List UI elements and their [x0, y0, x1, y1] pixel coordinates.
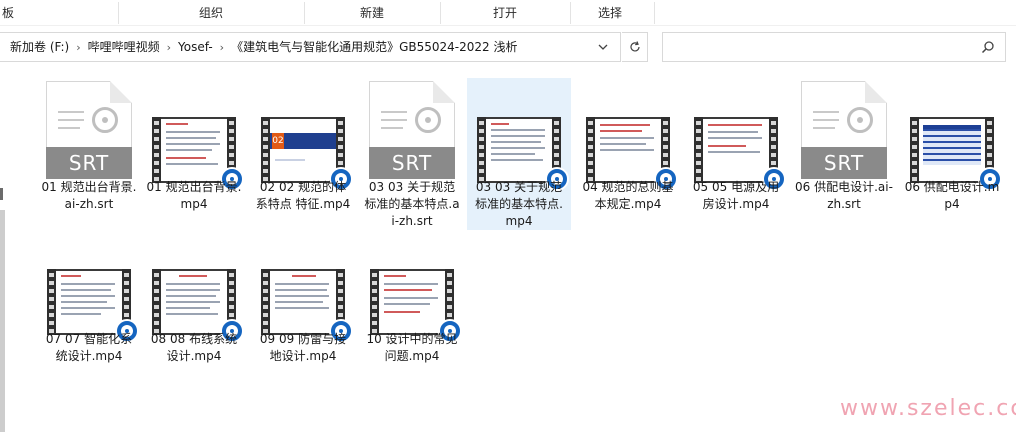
file-name: 07 07 智能化系统设计.mp4 [45, 332, 133, 363]
srt-file-icon: SRT [369, 81, 455, 179]
film-reel-icon [415, 107, 441, 133]
file-item-video[interactable]: 10 设计中的常见问题.mp4 [360, 230, 464, 382]
srt-file-icon: SRT [801, 81, 887, 179]
file-item-video[interactable]: 07 07 智能化系统设计.mp4 [37, 230, 141, 382]
film-reel-icon [92, 107, 118, 133]
file-item-video[interactable]: 08 08 布线系统设计.mp4 [142, 230, 246, 382]
slide-number: 02 [272, 133, 284, 149]
file-name: 01 规范出台背景.ai-zh.srt [41, 180, 137, 211]
file-name: 06 供配电设计.ai-zh.srt [795, 180, 893, 211]
video-thumbnail [47, 269, 139, 343]
file-name: 06 供配电设计.mp4 [904, 180, 1000, 211]
file-item-video[interactable]: 01 规范出台背景.mp4 [142, 78, 246, 230]
srt-label: SRT [801, 147, 887, 179]
srt-label: SRT [369, 147, 455, 179]
video-thumbnail [370, 269, 462, 343]
file-item-video[interactable]: 02 02 02 规范的体系特点 特征.mp4 [251, 78, 355, 230]
file-item-video[interactable]: 04 规范的总则基本规定.mp4 [576, 78, 680, 230]
file-name: 10 设计中的常见问题.mp4 [366, 332, 458, 363]
srt-file-icon: SRT [46, 81, 132, 179]
file-item-srt[interactable]: SRT 03 03 关于规范标准的基本特点.ai-zh.srt [360, 78, 464, 230]
file-item-srt[interactable]: SRT 06 供配电设计.ai-zh.srt [792, 78, 896, 230]
file-name: 04 规范的总则基本规定.mp4 [582, 180, 674, 211]
film-reel-icon [847, 107, 873, 133]
video-thumbnail [586, 117, 678, 191]
watermark-text: www.szelec.cc [840, 396, 1016, 421]
file-list: SRT 01 规范出台背景.ai-zh.srt 01 规范出台背景.mp4 02 [0, 0, 1016, 432]
srt-label: SRT [46, 147, 132, 179]
file-name: 08 08 布线系统设计.mp4 [150, 332, 238, 363]
file-item-video[interactable]: 09 09 防雷与接地设计.mp4 [251, 230, 355, 382]
file-name: 01 规范出台背景.mp4 [146, 180, 242, 211]
video-thumbnail: 02 [261, 117, 353, 191]
file-name: 03 03 关于规范标准的基本特点.ai-zh.srt [364, 180, 460, 228]
video-thumbnail [152, 269, 244, 343]
video-thumbnail [477, 117, 569, 191]
video-thumbnail [261, 269, 353, 343]
video-thumbnail [910, 117, 1002, 191]
file-name: 09 09 防雷与接地设计.mp4 [259, 332, 347, 363]
file-item-video[interactable]: 06 供配电设计.mp4 [900, 78, 1004, 230]
file-item-srt[interactable]: SRT 01 规范出台背景.ai-zh.srt [37, 78, 141, 230]
file-item-video[interactable]: 05 05 电源及用房设计.mp4 [684, 78, 788, 230]
video-thumbnail [152, 117, 244, 191]
file-name: 05 05 电源及用房设计.mp4 [692, 180, 780, 211]
video-thumbnail [694, 117, 786, 191]
file-name: 02 02 规范的体系特点 特征.mp4 [255, 180, 351, 211]
file-name: 03 03 关于规范标准的基本特点.mp4 [475, 180, 563, 228]
file-item-video-selected[interactable]: 03 03 关于规范标准的基本特点.mp4 [467, 78, 571, 230]
